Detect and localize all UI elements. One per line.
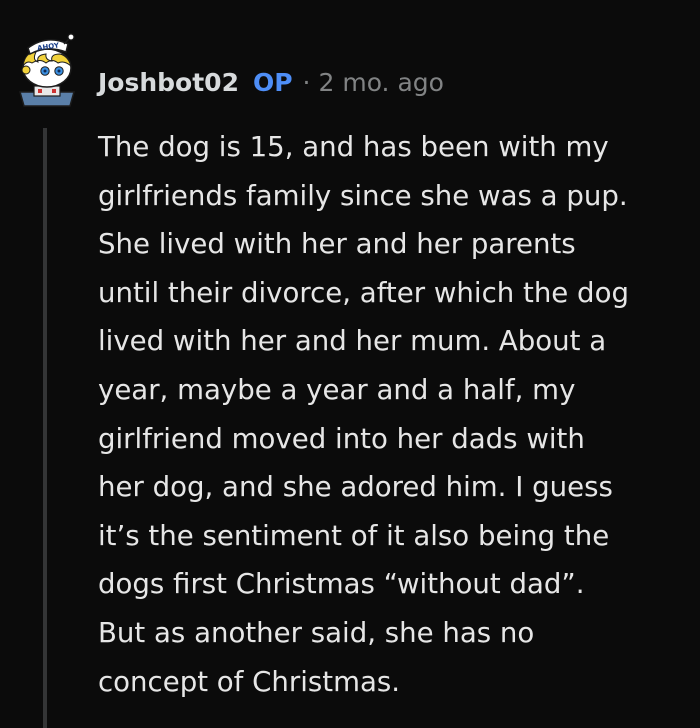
comment-body-line: She lived with her and her parents [98,227,576,261]
snoo-sailor-avatar-icon: AHOY [19,33,75,107]
meta-separator: · [302,67,311,97]
comment-body-line: until their divorce, after which the dog [98,275,629,309]
comment-header: Joshbot02 OP · 2 mo. ago [98,62,444,102]
op-badge: OP [252,67,293,97]
comment-body-line: year, maybe a year and a half, my [98,372,576,406]
comment-body: The dog is 15, and has been with my girl… [98,123,688,706]
comment-body-line: it’s the sentiment of it also being the [98,518,610,552]
comment-body-line: girlfriends family since she was a pup. [98,178,628,212]
collapse-thread-line[interactable] [43,128,47,728]
comment-body-line: dogs first Christmas “without dad”. [98,567,585,601]
comment: AHOY Joshbot02 OP · 2 mo. ago The dog is… [0,0,700,728]
comment-body-line: The dog is 15, and has been with my [98,130,609,163]
comment-body-line: concept of Christmas. [98,664,401,698]
user-avatar[interactable]: AHOY [12,30,82,110]
comment-body-line: But as another said, she has no [98,615,535,649]
comment-body-line: lived with her and her mum. About a [98,324,607,358]
comment-body-line: her dog, and she adored him. I guess [98,470,613,504]
comment-body-line: girlfriend moved into her dads with [98,421,585,455]
comment-timestamp[interactable]: 2 mo. ago [319,68,444,97]
username-link[interactable]: Joshbot02 [98,68,239,97]
